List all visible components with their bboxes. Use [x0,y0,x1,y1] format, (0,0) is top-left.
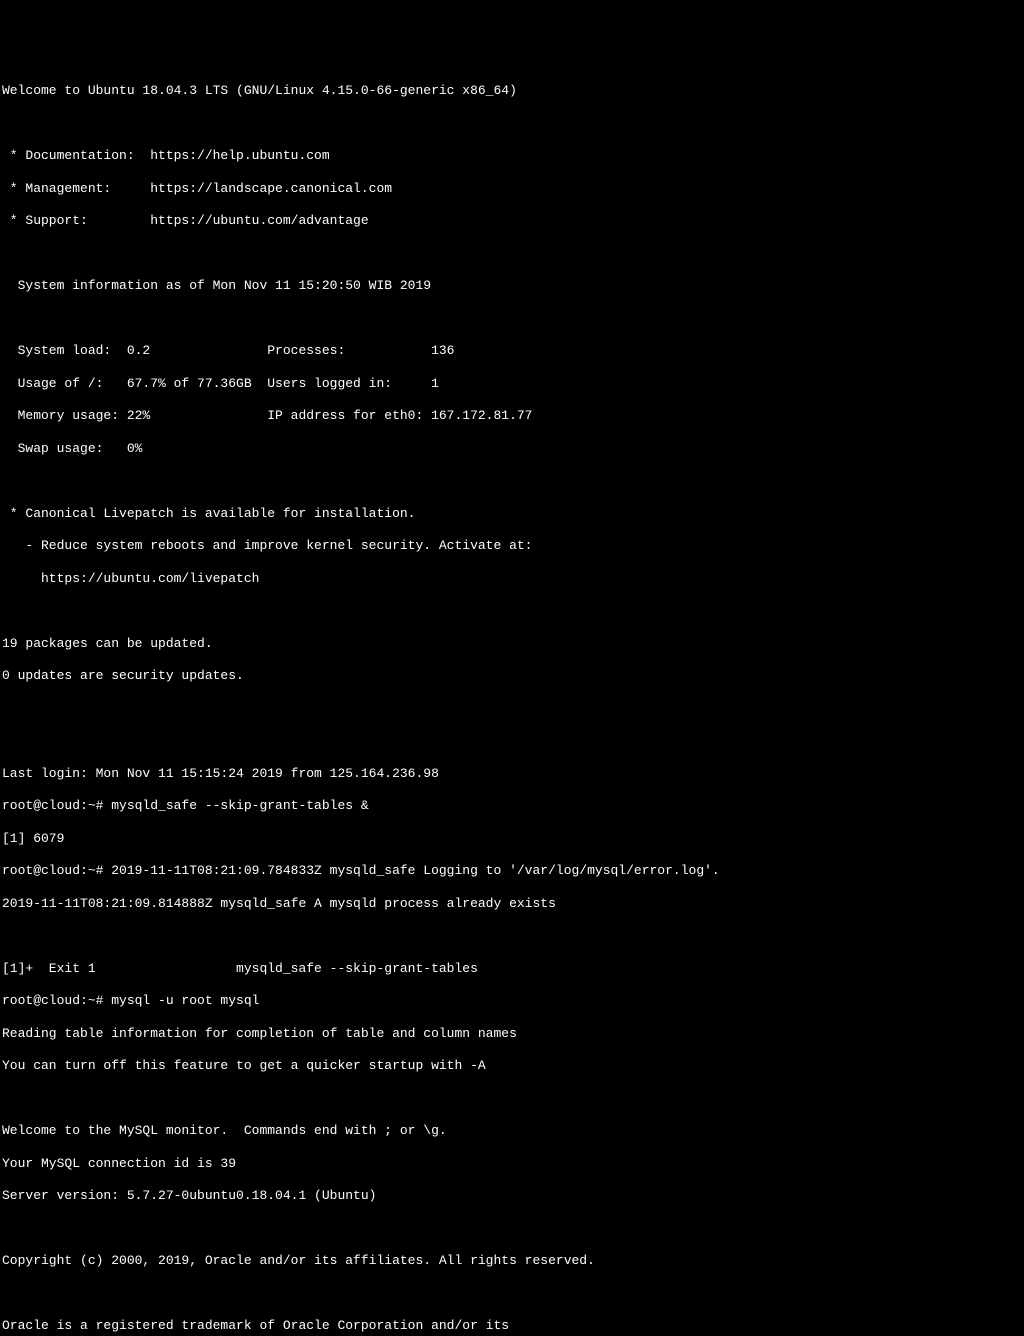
log-line: 2019-11-11T08:21:09.814888Z mysqld_safe … [2,896,1022,912]
job-exit-line: [1]+ Exit 1 mysqld_safe --skip-grant-tab… [2,961,1022,977]
shell-prompt-line: root@cloud:~# mysqld_safe --skip-grant-t… [2,798,1022,814]
packages-line: 0 updates are security updates. [2,668,1022,684]
blank-line [2,1286,1022,1302]
sysinfo-header: System information as of Mon Nov 11 15:2… [2,278,1022,294]
sysinfo-line: System load: 0.2 Processes: 136 [2,343,1022,359]
livepatch-line: https://ubuntu.com/livepatch [2,571,1022,587]
blank-line [2,246,1022,262]
blank-line [2,603,1022,619]
blank-line [2,1091,1022,1107]
last-login-line: Last login: Mon Nov 11 15:15:24 2019 fro… [2,766,1022,782]
copyright-line: Copyright (c) 2000, 2019, Oracle and/or … [2,1253,1022,1269]
blank-line [2,1221,1022,1237]
blank-line [2,116,1022,132]
mysql-line: You can turn off this feature to get a q… [2,1058,1022,1074]
blank-line [2,928,1022,944]
blank-line [2,701,1022,717]
blank-line [2,311,1022,327]
sysinfo-line: Usage of /: 67.7% of 77.36GB Users logge… [2,376,1022,392]
support-link: * Support: https://ubuntu.com/advantage [2,213,1022,229]
sysinfo-line: Memory usage: 22% IP address for eth0: 1… [2,408,1022,424]
job-line: [1] 6079 [2,831,1022,847]
blank-line [2,473,1022,489]
livepatch-line: - Reduce system reboots and improve kern… [2,538,1022,554]
mysql-welcome-line: Welcome to the MySQL monitor. Commands e… [2,1123,1022,1139]
sysinfo-line: Swap usage: 0% [2,441,1022,457]
packages-line: 19 packages can be updated. [2,636,1022,652]
mysql-line: Reading table information for completion… [2,1026,1022,1042]
mysql-version-line: Server version: 5.7.27-0ubuntu0.18.04.1 … [2,1188,1022,1204]
shell-prompt-line: root@cloud:~# 2019-11-11T08:21:09.784833… [2,863,1022,879]
livepatch-line: * Canonical Livepatch is available for i… [2,506,1022,522]
blank-line [2,733,1022,749]
doc-link: * Documentation: https://help.ubuntu.com [2,148,1022,164]
mysql-conn-line: Your MySQL connection id is 39 [2,1156,1022,1172]
trademark-line: Oracle is a registered trademark of Orac… [2,1318,1022,1334]
management-link: * Management: https://landscape.canonica… [2,181,1022,197]
welcome-line: Welcome to Ubuntu 18.04.3 LTS (GNU/Linux… [2,83,1022,99]
shell-prompt-line: root@cloud:~# mysql -u root mysql [2,993,1022,1009]
terminal-output[interactable]: Welcome to Ubuntu 18.04.3 LTS (GNU/Linux… [2,67,1022,731]
